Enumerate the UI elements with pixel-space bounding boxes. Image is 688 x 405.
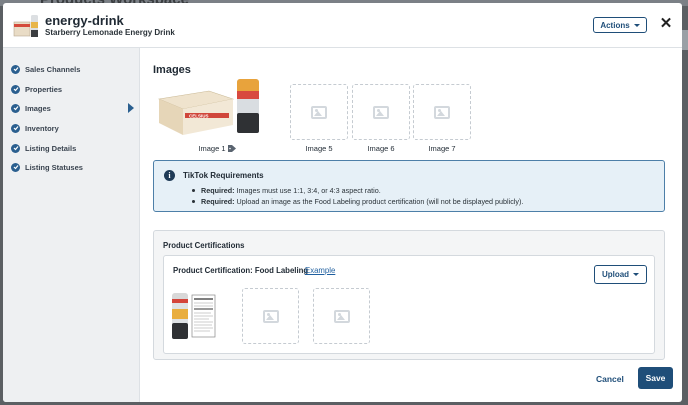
sidebar-item-label: Properties (25, 84, 63, 94)
requirement-item: Required: Images must use 1:1, 3:4, or 4… (192, 186, 381, 195)
sidebar-item-label: Sales Channels (25, 64, 81, 74)
image-7-label: Image 7 (428, 144, 456, 153)
sidebar-item-inventory[interactable]: Inventory (11, 121, 136, 135)
tag-icon (227, 145, 236, 152)
check-circle-icon (11, 123, 20, 133)
sidebar: Sales Channels Properties Images Invento… (3, 48, 140, 402)
check-circle-icon (11, 143, 20, 153)
image-placeholder-icon (262, 309, 279, 323)
main-content: Images CELSIUS Image 1 Image 5 Image 6 I… (141, 48, 682, 402)
actions-button[interactable]: Actions (593, 17, 647, 33)
example-link[interactable]: Example (305, 266, 335, 275)
sidebar-item-label: Listing Statuses (25, 162, 83, 172)
caret-right-icon (128, 103, 134, 113)
upload-button[interactable]: Upload (594, 265, 647, 284)
svg-text:CELSIUS: CELSIUS (189, 114, 209, 119)
sidebar-item-sales-channels[interactable]: Sales Channels (11, 62, 136, 76)
product-image-1[interactable]: CELSIUS (157, 77, 275, 135)
certification-card-title: Product Certification: Food Labeling (173, 266, 309, 275)
image-placeholder-icon (333, 309, 350, 323)
product-thumbnail (13, 15, 38, 37)
product-certifications-panel: Product Certifications Product Certifica… (153, 230, 665, 360)
sidebar-item-listing-statuses[interactable]: Listing Statuses (11, 160, 136, 174)
requirements-info-box: i TikTok Requirements Required: Images m… (153, 160, 665, 212)
requirement-item: Required: Upload an image as the Food La… (191, 197, 524, 206)
check-circle-icon (11, 103, 20, 113)
sidebar-item-label: Listing Details (25, 143, 77, 153)
requirements-title: TikTok Requirements (183, 171, 264, 180)
image-1-label: Image 1 (187, 144, 247, 153)
image-6-label: Image 6 (367, 144, 395, 153)
check-circle-icon (11, 162, 20, 172)
cancel-button[interactable]: Cancel (596, 374, 624, 384)
sidebar-item-images[interactable]: Images (11, 101, 136, 115)
actions-label: Actions (600, 20, 630, 30)
chevron-down-icon (633, 273, 640, 276)
food-labeling-card: Product Certification: Food Labeling Exa… (163, 255, 655, 354)
sidebar-item-properties[interactable]: Properties (11, 82, 136, 96)
certification-slot-3[interactable] (313, 288, 370, 344)
info-icon: i (164, 170, 175, 181)
image-placeholder-icon (311, 105, 327, 119)
background-edge (682, 30, 688, 50)
sidebar-item-listing-details[interactable]: Listing Details (11, 141, 136, 155)
product-title: energy-drink (45, 13, 124, 28)
upload-label: Upload (601, 270, 630, 279)
check-circle-icon (11, 84, 20, 94)
chevron-down-icon (633, 23, 640, 27)
image-slot-5[interactable] (290, 84, 348, 140)
certifications-title: Product Certifications (163, 241, 245, 250)
food-label-image[interactable] (171, 291, 217, 341)
image-5-label: Image 5 (305, 144, 333, 153)
close-icon[interactable]: ✕ (659, 16, 673, 32)
images-section-title: Images (153, 64, 191, 76)
image-slot-7[interactable] (413, 84, 471, 140)
check-circle-icon (11, 64, 20, 74)
certification-slot-2[interactable] (242, 288, 299, 344)
image-slot-6[interactable] (352, 84, 410, 140)
modal-header: energy-drink Starberry Lemonade Energy D… (3, 3, 682, 48)
save-button[interactable]: Save (638, 367, 673, 389)
sidebar-item-label: Inventory (25, 123, 59, 133)
product-subtitle: Starberry Lemonade Energy Drink (45, 28, 175, 37)
image-placeholder-icon (434, 105, 450, 119)
image-placeholder-icon (373, 105, 389, 119)
edit-product-modal: energy-drink Starberry Lemonade Energy D… (3, 3, 682, 402)
sidebar-item-label: Images (25, 103, 51, 113)
